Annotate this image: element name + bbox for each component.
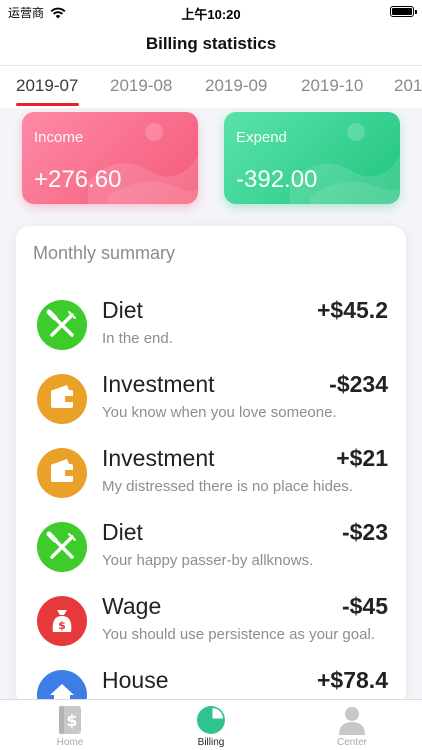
entry-amount: +$78.4 — [317, 667, 388, 693]
tab-center[interactable]: Center — [302, 700, 402, 750]
entry-title: Diet — [102, 297, 143, 323]
entry-amount: +$21 — [336, 445, 388, 471]
tab-bar: $ Home Billing Center — [0, 699, 422, 750]
wallet-icon — [37, 374, 87, 424]
tab-billing[interactable]: Billing — [161, 700, 261, 750]
entry-title: Diet — [102, 519, 143, 545]
expend-value: -392.00 — [236, 166, 318, 193]
monthly-summary-card: Monthly summary Diet In the end. +$45.2 … — [16, 226, 406, 706]
tab-month-2019-10[interactable]: 2019-10 — [301, 76, 363, 96]
fork-knife-icon — [37, 522, 87, 572]
list-item[interactable]: Investment You know when you love someon… — [16, 371, 406, 448]
month-tabs: 2019-07 2019-08 2019-09 2019-10 2019-11 — [0, 66, 422, 108]
expend-label: Expend — [236, 129, 287, 146]
list-item[interactable]: Diet In the end. +$45.2 — [16, 297, 406, 374]
status-bar: 运营商 上午10:20 — [0, 0, 422, 24]
tab-month-2019-08[interactable]: 2019-08 — [110, 76, 172, 96]
expend-card[interactable]: Expend -392.00 — [224, 112, 400, 204]
tab-label: Center — [336, 737, 367, 748]
income-label: Income — [34, 129, 84, 146]
active-month-indicator — [16, 103, 79, 106]
tab-month-2019-11[interactable]: 2019-11 — [394, 76, 422, 96]
pie-chart-icon — [197, 706, 225, 734]
income-card[interactable]: Income +276.60 — [22, 112, 198, 204]
tab-month-2019-09[interactable]: 2019-09 — [205, 76, 267, 96]
entry-description: You should use persistence as your goal. — [102, 626, 375, 643]
list-item[interactable]: Investment My distressed there is no pla… — [16, 445, 406, 522]
income-value: +276.60 — [34, 166, 122, 193]
svg-text:$: $ — [66, 711, 77, 730]
fork-knife-icon — [37, 300, 87, 350]
money-bag-icon: $ — [37, 596, 87, 646]
entry-description: My distressed there is no place hides. — [102, 478, 353, 495]
svg-text:$: $ — [58, 619, 66, 632]
entry-title: Investment — [102, 371, 215, 397]
battery-icon — [390, 6, 417, 17]
ledger-icon: $ — [59, 706, 81, 734]
status-time: 上午10:20 — [181, 7, 241, 22]
list-item[interactable]: Diet Your happy passer-by allknows. -$23 — [16, 519, 406, 596]
entry-description: You know when you love someone. — [102, 404, 337, 421]
entry-amount: +$45.2 — [317, 297, 388, 323]
tab-label: Billing — [197, 737, 225, 748]
wallet-icon — [37, 448, 87, 498]
entry-title: House — [102, 667, 169, 693]
summary-title: Monthly summary — [33, 243, 176, 263]
page-title: Billing statistics — [0, 24, 422, 66]
entry-amount: -$45 — [341, 593, 388, 619]
tab-home[interactable]: $ Home — [20, 700, 120, 750]
entry-description: In the end. — [102, 330, 173, 347]
entry-amount: -$23 — [341, 519, 388, 545]
person-icon — [339, 707, 365, 735]
entry-description: Your happy passer-by allknows. — [102, 552, 314, 569]
entry-amount: -$234 — [329, 371, 388, 397]
tab-label: Home — [56, 737, 84, 748]
entry-title: Wage — [102, 593, 162, 619]
list-item[interactable]: $ Wage You should use persistence as you… — [16, 593, 406, 670]
tab-month-2019-07[interactable]: 2019-07 — [16, 76, 78, 96]
entry-title: Investment — [102, 445, 215, 471]
